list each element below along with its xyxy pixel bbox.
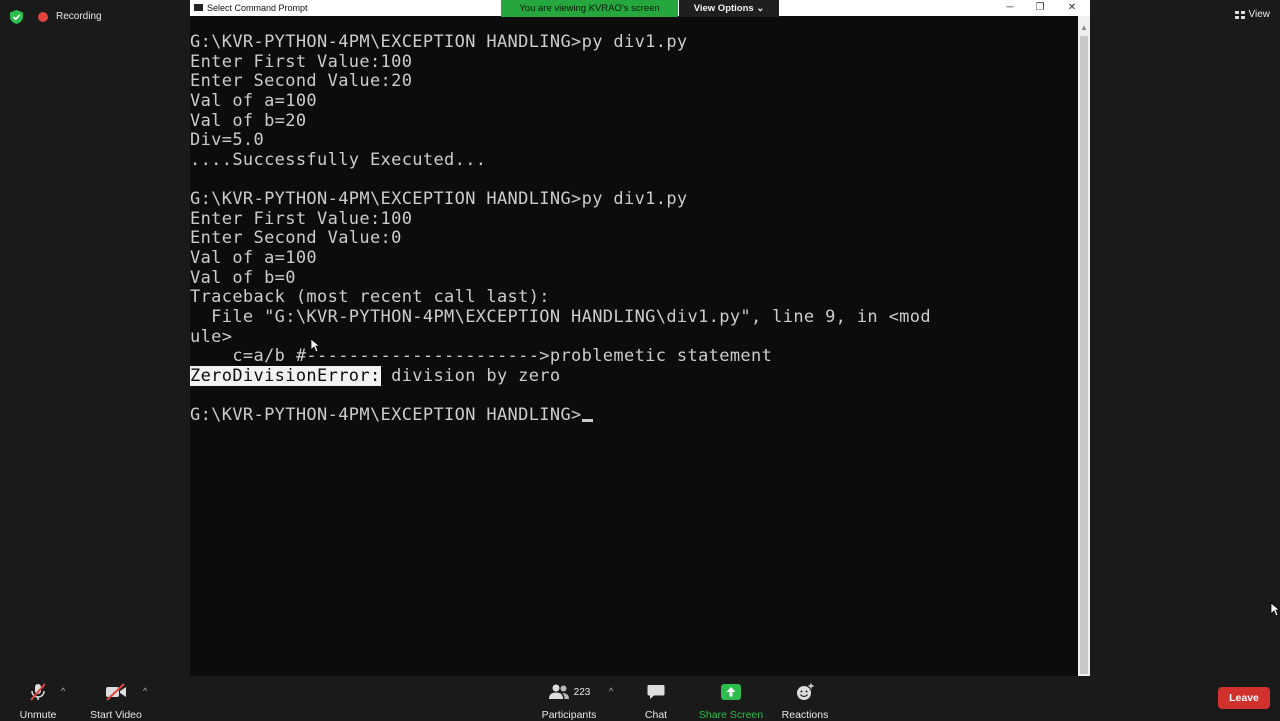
recording-dot-icon: [38, 12, 48, 22]
video-options-caret-icon[interactable]: ^: [143, 686, 147, 696]
chat-bubble-icon: [647, 685, 665, 699]
muted-microphone-icon: [30, 683, 46, 701]
terminal-line: Val of b=0: [190, 267, 296, 288]
mouse-pointer-icon: [310, 338, 320, 353]
participants-icon: [548, 684, 569, 699]
close-button[interactable]: ✕: [1057, 0, 1087, 16]
terminal-line: G:\KVR-PYTHON-4PM\EXCEPTION HANDLING>py …: [190, 189, 688, 210]
view-options-label: View Options: [693, 3, 754, 14]
share-screen-label: Share Screen: [698, 709, 764, 721]
view-grid-icon: [1234, 11, 1245, 19]
terminal-line: c=a/b #---------------------->problemeti…: [190, 346, 773, 367]
terminal-line: ule>: [190, 326, 233, 347]
participant-count: 223: [573, 686, 591, 698]
mouse-pointer-icon: [1270, 602, 1280, 617]
prompt-line: G:\KVR-PYTHON-4PM\EXCEPTION HANDLING>: [190, 405, 1078, 426]
terminal-line: Div=5.0: [190, 130, 265, 151]
security-shield-icon[interactable]: [10, 10, 23, 24]
terminal-line: Enter Second Value:20: [190, 71, 413, 92]
participants-label: Participants: [541, 709, 597, 721]
prompt-text: G:\KVR-PYTHON-4PM\EXCEPTION HANDLING>: [190, 405, 582, 426]
chevron-down-icon: ⌄: [756, 3, 765, 14]
terminal-line: G:\KVR-PYTHON-4PM\EXCEPTION HANDLING>py …: [190, 32, 688, 52]
error-name: ZeroDivisionError:: [190, 365, 381, 386]
meeting-toolbar: Unmute ^ Start Video ^ 223 Participants …: [0, 676, 1280, 721]
terminal-line: File "G:\KVR-PYTHON-4PM\EXCEPTION HANDLI…: [190, 306, 931, 327]
chat-button[interactable]: Chat: [636, 681, 676, 721]
terminal-output[interactable]: G:\KVR-PYTHON-4PM\EXCEPTION HANDLING>py …: [190, 32, 1078, 426]
view-options-button[interactable]: View Options ⌄: [679, 0, 779, 17]
text-cursor: [581, 419, 593, 423]
leave-meeting-button[interactable]: Leave: [1218, 687, 1270, 709]
scrollbar-thumb[interactable]: [1080, 36, 1088, 674]
terminal-lines: G:\KVR-PYTHON-4PM\EXCEPTION HANDLING>py …: [190, 32, 1078, 367]
audio-options-caret-icon[interactable]: ^: [61, 686, 65, 696]
window-title: Select Command Prompt: [207, 3, 308, 13]
terminal-line: Val of a=100: [190, 90, 318, 111]
participants-button[interactable]: 223 Participants: [538, 681, 600, 721]
terminal-line: Val of a=100: [190, 248, 318, 269]
minimize-button[interactable]: ─: [995, 0, 1025, 16]
scroll-up-arrow-icon[interactable]: ▲: [1078, 22, 1090, 34]
terminal-line: Enter Second Value:0: [190, 228, 402, 249]
terminal-line: Val of b=20: [190, 110, 307, 131]
terminal-line: Enter First Value:100: [190, 208, 413, 229]
terminal-line: ....Successfully Executed...: [190, 149, 487, 170]
maximize-button[interactable]: ❐: [1025, 0, 1055, 16]
unmute-button[interactable]: Unmute: [14, 681, 62, 721]
command-prompt-window[interactable]: Select Command Prompt ─ ❐ ✕ G:\KVR-PYTHO…: [190, 0, 1090, 676]
start-video-button[interactable]: Start Video: [86, 681, 146, 721]
participants-caret-icon[interactable]: ^: [609, 686, 613, 696]
reactions-smiley-icon: [797, 683, 814, 700]
terminal-line: Traceback (most recent call last):: [190, 287, 550, 308]
reactions-label: Reactions: [781, 709, 829, 721]
share-screen-icon: [721, 684, 741, 700]
video-off-icon: [106, 683, 126, 701]
chat-label: Chat: [644, 709, 668, 721]
screen-share-banner: You are viewing KVRAO's screen: [501, 0, 678, 17]
reactions-button[interactable]: Reactions: [780, 681, 830, 721]
error-line: ZeroDivisionError: division by zero: [190, 365, 1078, 387]
recording-label: Recording: [56, 11, 102, 22]
error-message: division by zero: [380, 365, 561, 386]
view-label: View: [1248, 9, 1271, 20]
share-screen-button[interactable]: Share Screen: [698, 681, 764, 721]
terminal-line: Enter First Value:100: [190, 51, 413, 72]
cmd-app-icon: [194, 4, 203, 11]
start-video-label: Start Video: [90, 709, 142, 721]
view-button[interactable]: View: [1234, 8, 1271, 22]
unmute-label: Unmute: [19, 709, 57, 721]
